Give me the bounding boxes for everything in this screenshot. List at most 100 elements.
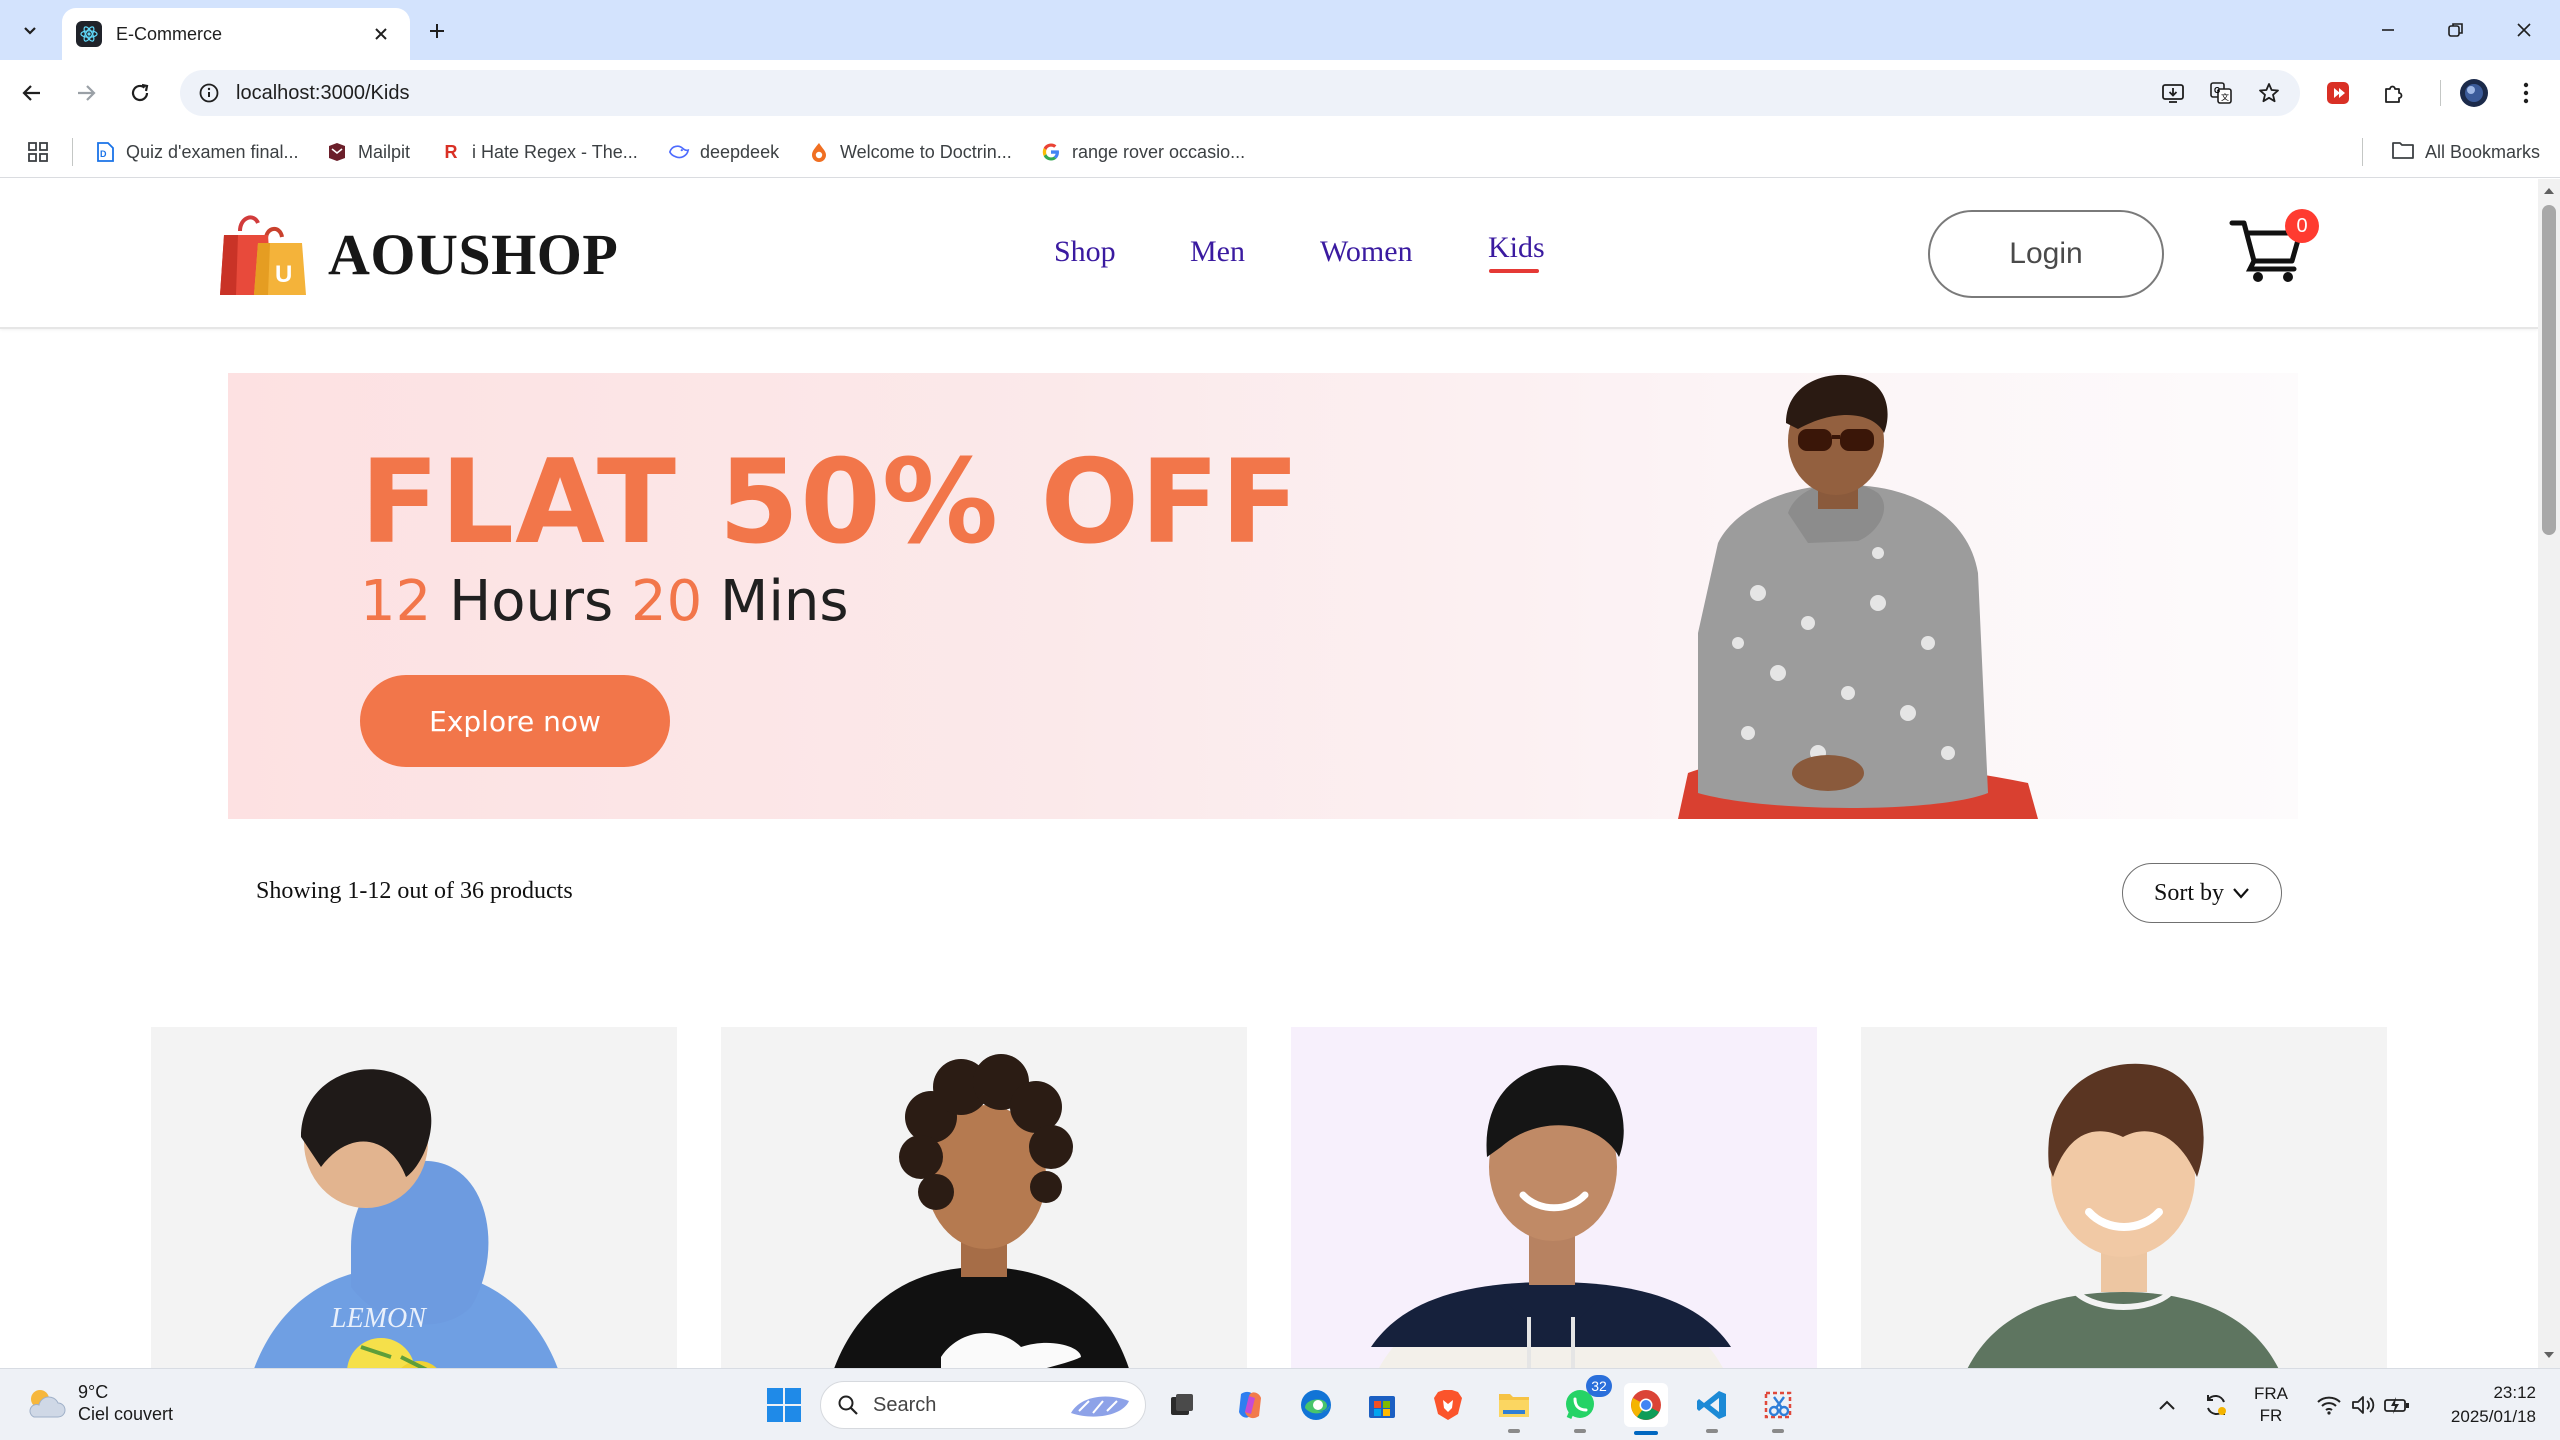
bookmark-label: i Hate Regex - The... xyxy=(472,141,638,162)
clock-time: 23:12 xyxy=(2493,1383,2536,1402)
nav-shop[interactable]: Shop xyxy=(1054,235,1116,269)
install-app-icon[interactable] xyxy=(2154,74,2192,112)
minimize-icon[interactable] xyxy=(2360,10,2416,50)
input-language-indicator[interactable]: FRA FR xyxy=(2254,1383,2288,1427)
showing-products-text: Showing 1-12 out of 36 products xyxy=(256,878,573,904)
extension-red-icon[interactable] xyxy=(2318,73,2358,113)
nav-kids[interactable]: Kids xyxy=(1488,231,1545,265)
apps-grid-icon[interactable] xyxy=(22,136,54,168)
site-info-icon[interactable] xyxy=(186,70,232,116)
chrome-browser-icon[interactable] xyxy=(1624,1383,1668,1435)
wifi-icon[interactable] xyxy=(2314,1383,2344,1427)
login-button[interactable]: Login xyxy=(1928,210,2164,298)
file-explorer-icon[interactable] xyxy=(1492,1383,1536,1433)
close-window-icon[interactable] xyxy=(2496,10,2552,50)
back-arrow-icon[interactable] xyxy=(12,73,52,113)
profile-avatar[interactable] xyxy=(2454,73,2494,113)
sync-icon[interactable] xyxy=(2198,1383,2234,1427)
forward-arrow-icon[interactable] xyxy=(66,73,106,113)
taskbar-search-box[interactable]: Search xyxy=(820,1381,1146,1429)
running-indicator xyxy=(1574,1429,1586,1433)
whatsapp-unread-badge: 32 xyxy=(1586,1375,1612,1397)
running-indicator xyxy=(1706,1429,1718,1433)
product-image xyxy=(1371,1065,1731,1368)
pdf-icon: D xyxy=(94,141,116,163)
restore-icon[interactable] xyxy=(2428,10,2484,50)
page-scrollbar[interactable] xyxy=(2538,179,2560,1368)
bookmark-label: range rover occasio... xyxy=(1072,141,1246,162)
windows-start-icon[interactable] xyxy=(764,1385,804,1425)
reload-icon[interactable] xyxy=(120,73,160,113)
all-bookmarks-button[interactable]: All Bookmarks xyxy=(2391,136,2540,168)
shopping-bag-logo-icon: U xyxy=(218,209,308,299)
bookmark-label: Welcome to Doctrin... xyxy=(840,141,1012,162)
sort-by-dropdown[interactable]: Sort by xyxy=(2122,863,2282,923)
hoodie-print-text: LEMON xyxy=(330,1303,427,1334)
windows-taskbar: 9°C Ciel couvert Search 32 FRA FR 23:12 … xyxy=(0,1368,2560,1440)
vscode-icon[interactable] xyxy=(1690,1383,1734,1433)
explore-now-button[interactable]: Explore now xyxy=(360,675,670,767)
product-image xyxy=(834,1054,1129,1368)
doctrine-icon xyxy=(808,141,830,163)
bookmark-star-icon[interactable] xyxy=(2250,74,2288,112)
bookmark-doctrine[interactable]: Welcome to Doctrin... xyxy=(808,136,1012,168)
cloudy-weather-icon xyxy=(29,1390,66,1418)
running-indicator xyxy=(1772,1429,1784,1433)
product-card[interactable]: LEMON xyxy=(151,1027,677,1368)
bookmark-ihateregex[interactable]: R i Hate Regex - The... xyxy=(440,136,638,168)
copilot-icon[interactable] xyxy=(1228,1383,1272,1427)
running-indicator xyxy=(1508,1429,1520,1433)
snipping-tool-icon[interactable] xyxy=(1756,1383,1800,1433)
tab-title: E-Commerce xyxy=(116,23,223,44)
weather-temperature: 9°C xyxy=(78,1382,109,1402)
language-code: FRA xyxy=(2254,1384,2288,1403)
volume-icon[interactable] xyxy=(2348,1383,2378,1427)
product-card[interactable] xyxy=(721,1027,1247,1368)
google-icon xyxy=(1040,141,1062,163)
sort-by-label: Sort by xyxy=(2153,879,2224,906)
extensions-puzzle-icon[interactable] xyxy=(2374,73,2414,113)
scrollbar-thumb[interactable] xyxy=(2542,205,2556,535)
bookmark-mailpit[interactable]: Mailpit xyxy=(326,136,410,168)
battery-charging-icon[interactable] xyxy=(2382,1383,2412,1427)
cart-count-badge: 0 xyxy=(2285,209,2319,243)
weather-widget[interactable]: 9°C Ciel couvert xyxy=(24,1381,173,1425)
bookmarks-divider xyxy=(72,138,73,166)
taskbar-search-label: Search xyxy=(873,1393,937,1416)
svg-text:G: G xyxy=(2214,86,2220,95)
browser-tab[interactable]: E-Commerce xyxy=(62,8,410,60)
timer-mins-label: Mins xyxy=(720,569,849,634)
bookmarks-divider xyxy=(2362,138,2363,166)
microsoft-store-icon[interactable] xyxy=(1360,1383,1404,1427)
product-card[interactable] xyxy=(1861,1027,2387,1368)
tab-search-button[interactable] xyxy=(10,10,50,50)
nav-men[interactable]: Men xyxy=(1190,235,1245,269)
scroll-up-arrow-icon[interactable] xyxy=(2543,185,2555,197)
site-logo[interactable]: U AOUSHOP xyxy=(218,209,618,299)
address-bar[interactable]: localhost:3000/Kids G文 xyxy=(180,70,2300,116)
chevron-down-icon xyxy=(24,27,36,35)
scroll-down-arrow-icon[interactable] xyxy=(2543,1349,2555,1361)
bookmark-range-rover[interactable]: range rover occasio... xyxy=(1040,136,1245,168)
bookmark-quiz[interactable]: D Quiz d'examen final... xyxy=(94,136,299,168)
regex-icon: R xyxy=(444,141,458,162)
bookmark-deepdeek[interactable]: deepdeek xyxy=(668,136,779,168)
task-view-icon[interactable] xyxy=(1160,1383,1204,1427)
browser-toolbar: localhost:3000/Kids G文 xyxy=(0,60,2560,126)
brave-browser-icon[interactable] xyxy=(1426,1383,1470,1427)
hero-banner: FLAT 50% OFF 12 Hours 20 Mins Explore no… xyxy=(228,373,2298,819)
edge-browser-icon[interactable] xyxy=(1294,1383,1338,1427)
show-hidden-icons-chevron-icon[interactable] xyxy=(2154,1383,2180,1427)
more-menu-icon[interactable] xyxy=(2506,73,2546,113)
tab-close-icon[interactable] xyxy=(366,19,396,49)
translate-icon[interactable]: G文 xyxy=(2202,74,2240,112)
nav-women[interactable]: Women xyxy=(1320,235,1413,269)
whatsapp-icon[interactable]: 32 xyxy=(1558,1375,1612,1433)
toolbar-divider xyxy=(2440,80,2441,106)
system-clock[interactable]: 23:12 2025/01/18 xyxy=(2451,1381,2536,1429)
clock-date: 2025/01/18 xyxy=(2450,1407,2536,1426)
url-text[interactable]: localhost:3000/Kids xyxy=(236,82,409,105)
new-tab-plus-icon[interactable] xyxy=(420,14,454,48)
product-card[interactable] xyxy=(1291,1027,1817,1368)
react-favicon-icon xyxy=(76,21,102,47)
